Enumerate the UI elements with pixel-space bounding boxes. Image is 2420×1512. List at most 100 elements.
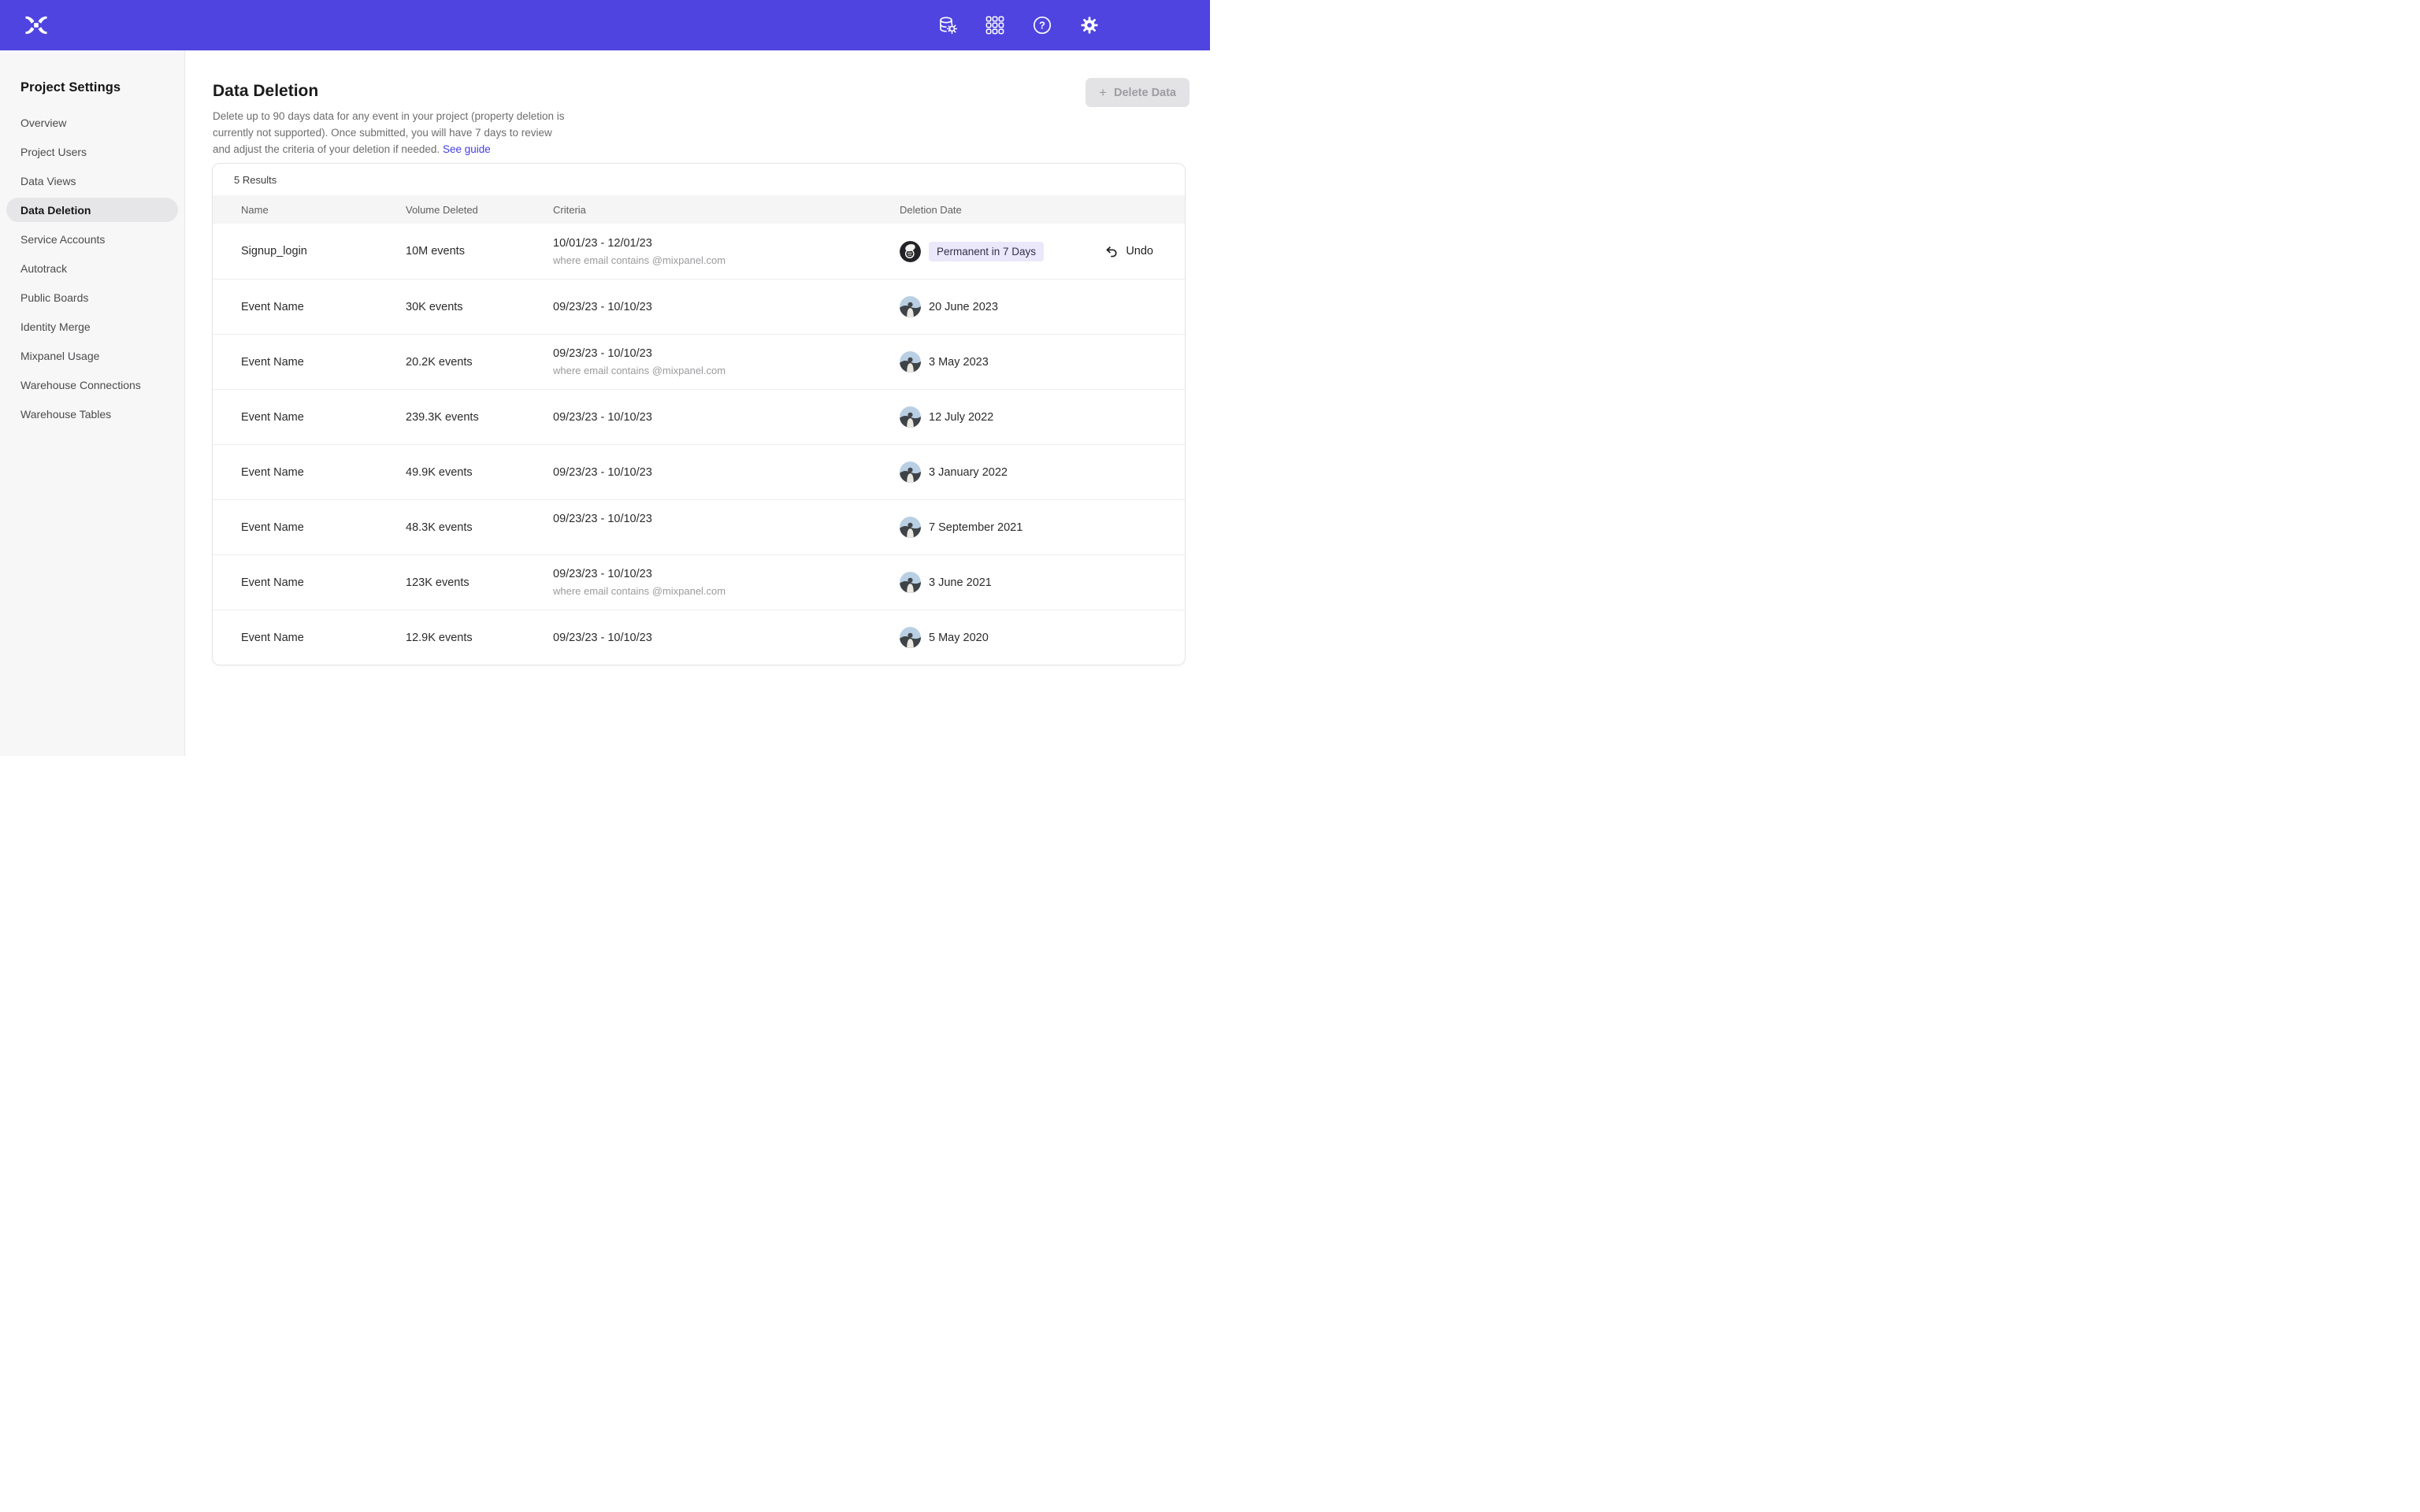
user-avatar <box>900 517 921 538</box>
row-volume-deleted: 12.9K events <box>406 632 553 644</box>
row-volume-deleted: 49.9K events <box>406 466 553 479</box>
row-criteria-filter: where email contains @mixpanel.com <box>553 585 900 597</box>
row-criteria: 09/23/23 - 10/10/23 where email contains … <box>553 347 900 376</box>
row-event-name: Event Name <box>213 576 406 589</box>
row-criteria: 09/23/23 - 10/10/23 <box>553 301 900 313</box>
row-deletion-date: 3 May 2023 <box>929 356 989 369</box>
table-row: Event Name12.9K events09/23/23 - 10/10/2… <box>213 610 1185 665</box>
row-criteria-date-range: 09/23/23 - 10/10/23 <box>553 411 900 424</box>
row-volume-deleted: 239.3K events <box>406 411 553 424</box>
help-icon[interactable]: ? <box>1032 15 1052 35</box>
sidebar-item-public-boards[interactable]: Public Boards <box>0 283 184 312</box>
sidebar-item-project-users[interactable]: Project Users <box>0 137 184 166</box>
row-deletion-date: 12 July 2022 <box>929 411 993 424</box>
row-deletion-date-cell: 5 May 2020 <box>900 627 1185 648</box>
settings-gear-icon[interactable] <box>1079 15 1100 35</box>
sidebar-item-warehouse-connections[interactable]: Warehouse Connections <box>0 370 184 399</box>
row-event-name: Event Name <box>213 301 406 313</box>
column-header-criteria: Criteria <box>553 204 900 216</box>
row-criteria-filter: where email contains @mixpanel.com <box>553 365 900 376</box>
sidebar-item-mixpanel-usage[interactable]: Mixpanel Usage <box>0 341 184 370</box>
sidebar-item-overview[interactable]: Overview <box>0 108 184 137</box>
sidebar-item-autotrack[interactable]: Autotrack <box>0 254 184 283</box>
settings-sidebar: Project Settings OverviewProject UsersDa… <box>0 50 185 756</box>
row-event-name: Event Name <box>213 356 406 369</box>
sidebar-item-service-accounts[interactable]: Service Accounts <box>0 224 184 254</box>
row-deletion-date-cell: 12 July 2022 <box>900 406 1185 428</box>
row-volume-deleted: 30K events <box>406 301 553 313</box>
table-row: Event Name48.3K events09/23/23 - 10/10/2… <box>213 499 1185 554</box>
user-avatar <box>900 296 921 317</box>
row-deletion-date: 3 June 2021 <box>929 576 992 589</box>
main-content: Data Deletion Delete up to 90 days data … <box>185 50 1210 756</box>
column-header-name: Name <box>213 204 406 216</box>
row-volume-deleted: 20.2K events <box>406 356 553 369</box>
topbar-icon-group: ? <box>937 15 1100 35</box>
row-criteria: 09/23/23 - 10/10/23 where email contains … <box>553 568 900 597</box>
sidebar-item-identity-merge[interactable]: Identity Merge <box>0 312 184 341</box>
user-avatar <box>900 241 921 262</box>
table-row: Event Name49.9K events09/23/23 - 10/10/2… <box>213 444 1185 499</box>
row-criteria-date-range: 09/23/23 - 10/10/23 <box>553 632 900 644</box>
row-criteria: 09/23/23 - 10/10/23 <box>553 411 900 424</box>
undo-icon <box>1104 244 1119 259</box>
page-description-text: Delete up to 90 days data for any event … <box>213 110 565 155</box>
mixpanel-logo-icon[interactable] <box>22 11 50 39</box>
sidebar-item-warehouse-tables[interactable]: Warehouse Tables <box>0 399 184 428</box>
row-event-name: Event Name <box>213 466 406 479</box>
row-deletion-date: 7 September 2021 <box>929 521 1023 534</box>
user-avatar <box>900 572 921 593</box>
plus-icon: + <box>1099 86 1107 99</box>
row-deletion-date-cell: Permanent in 7 Days Undo <box>900 241 1185 262</box>
row-deletion-date-cell: 20 June 2023 <box>900 296 1185 317</box>
row-criteria: 09/23/23 - 10/10/23 <box>553 513 900 542</box>
row-criteria: 09/23/23 - 10/10/23 <box>553 466 900 479</box>
row-criteria-date-range: 09/23/23 - 10/10/23 <box>553 347 900 360</box>
user-avatar <box>900 627 921 648</box>
row-deletion-date-cell: 3 June 2021 <box>900 572 1185 593</box>
row-criteria-filter <box>553 530 900 542</box>
row-deletion-date: 3 January 2022 <box>929 466 1008 479</box>
user-avatar <box>900 406 921 428</box>
row-criteria-date-range: 09/23/23 - 10/10/23 <box>553 513 900 525</box>
undo-button[interactable]: Undo <box>1104 244 1153 259</box>
row-event-name: Signup_login <box>213 245 406 258</box>
sidebar-item-data-views[interactable]: Data Views <box>0 166 184 195</box>
row-criteria: 10/01/23 - 12/01/23 where email contains … <box>553 237 900 266</box>
top-navigation-bar: ? <box>0 0 1210 50</box>
table-row: Event Name123K events09/23/23 - 10/10/23… <box>213 554 1185 610</box>
row-volume-deleted: 48.3K events <box>406 521 553 534</box>
table-row: Event Name239.3K events09/23/23 - 10/10/… <box>213 389 1185 444</box>
row-criteria-filter: where email contains @mixpanel.com <box>553 254 900 266</box>
user-avatar <box>900 461 921 483</box>
page-description: Delete up to 90 days data for any event … <box>213 109 569 158</box>
data-settings-icon[interactable] <box>937 15 958 35</box>
svg-text:?: ? <box>1039 20 1045 32</box>
row-event-name: Event Name <box>213 411 406 424</box>
delete-data-button-label: Delete Data <box>1114 87 1176 99</box>
delete-data-button[interactable]: + Delete Data <box>1086 78 1190 107</box>
row-deletion-date: 20 June 2023 <box>929 301 998 313</box>
sidebar-item-data-deletion[interactable]: Data Deletion <box>6 198 178 222</box>
sidebar-title: Project Settings <box>20 80 184 95</box>
results-count: 5 Results <box>213 164 1185 195</box>
see-guide-link[interactable]: See guide <box>443 143 491 155</box>
column-header-volume-deleted: Volume Deleted <box>406 204 553 216</box>
row-criteria: 09/23/23 - 10/10/23 <box>553 632 900 644</box>
row-criteria-date-range: 09/23/23 - 10/10/23 <box>553 466 900 479</box>
user-avatar <box>900 351 921 372</box>
deletion-requests-card: 5 Results NameVolume DeletedCriteriaDele… <box>212 163 1186 665</box>
row-criteria-date-range: 09/23/23 - 10/10/23 <box>553 568 900 580</box>
row-criteria-date-range: 10/01/23 - 12/01/23 <box>553 237 900 250</box>
page-title: Data Deletion <box>213 82 318 101</box>
row-deletion-date-cell: 7 September 2021 <box>900 517 1185 538</box>
permanent-status-badge: Permanent in 7 Days <box>929 242 1044 261</box>
row-deletion-date-cell: 3 January 2022 <box>900 461 1185 483</box>
row-criteria-date-range: 09/23/23 - 10/10/23 <box>553 301 900 313</box>
table-header-row: NameVolume DeletedCriteriaDeletion Date <box>213 195 1185 224</box>
row-event-name: Event Name <box>213 632 406 644</box>
row-deletion-date: 5 May 2020 <box>929 632 989 644</box>
apps-grid-icon[interactable] <box>985 15 1005 35</box>
row-event-name: Event Name <box>213 521 406 534</box>
table-row: Event Name30K events09/23/23 - 10/10/23 2… <box>213 279 1185 334</box>
